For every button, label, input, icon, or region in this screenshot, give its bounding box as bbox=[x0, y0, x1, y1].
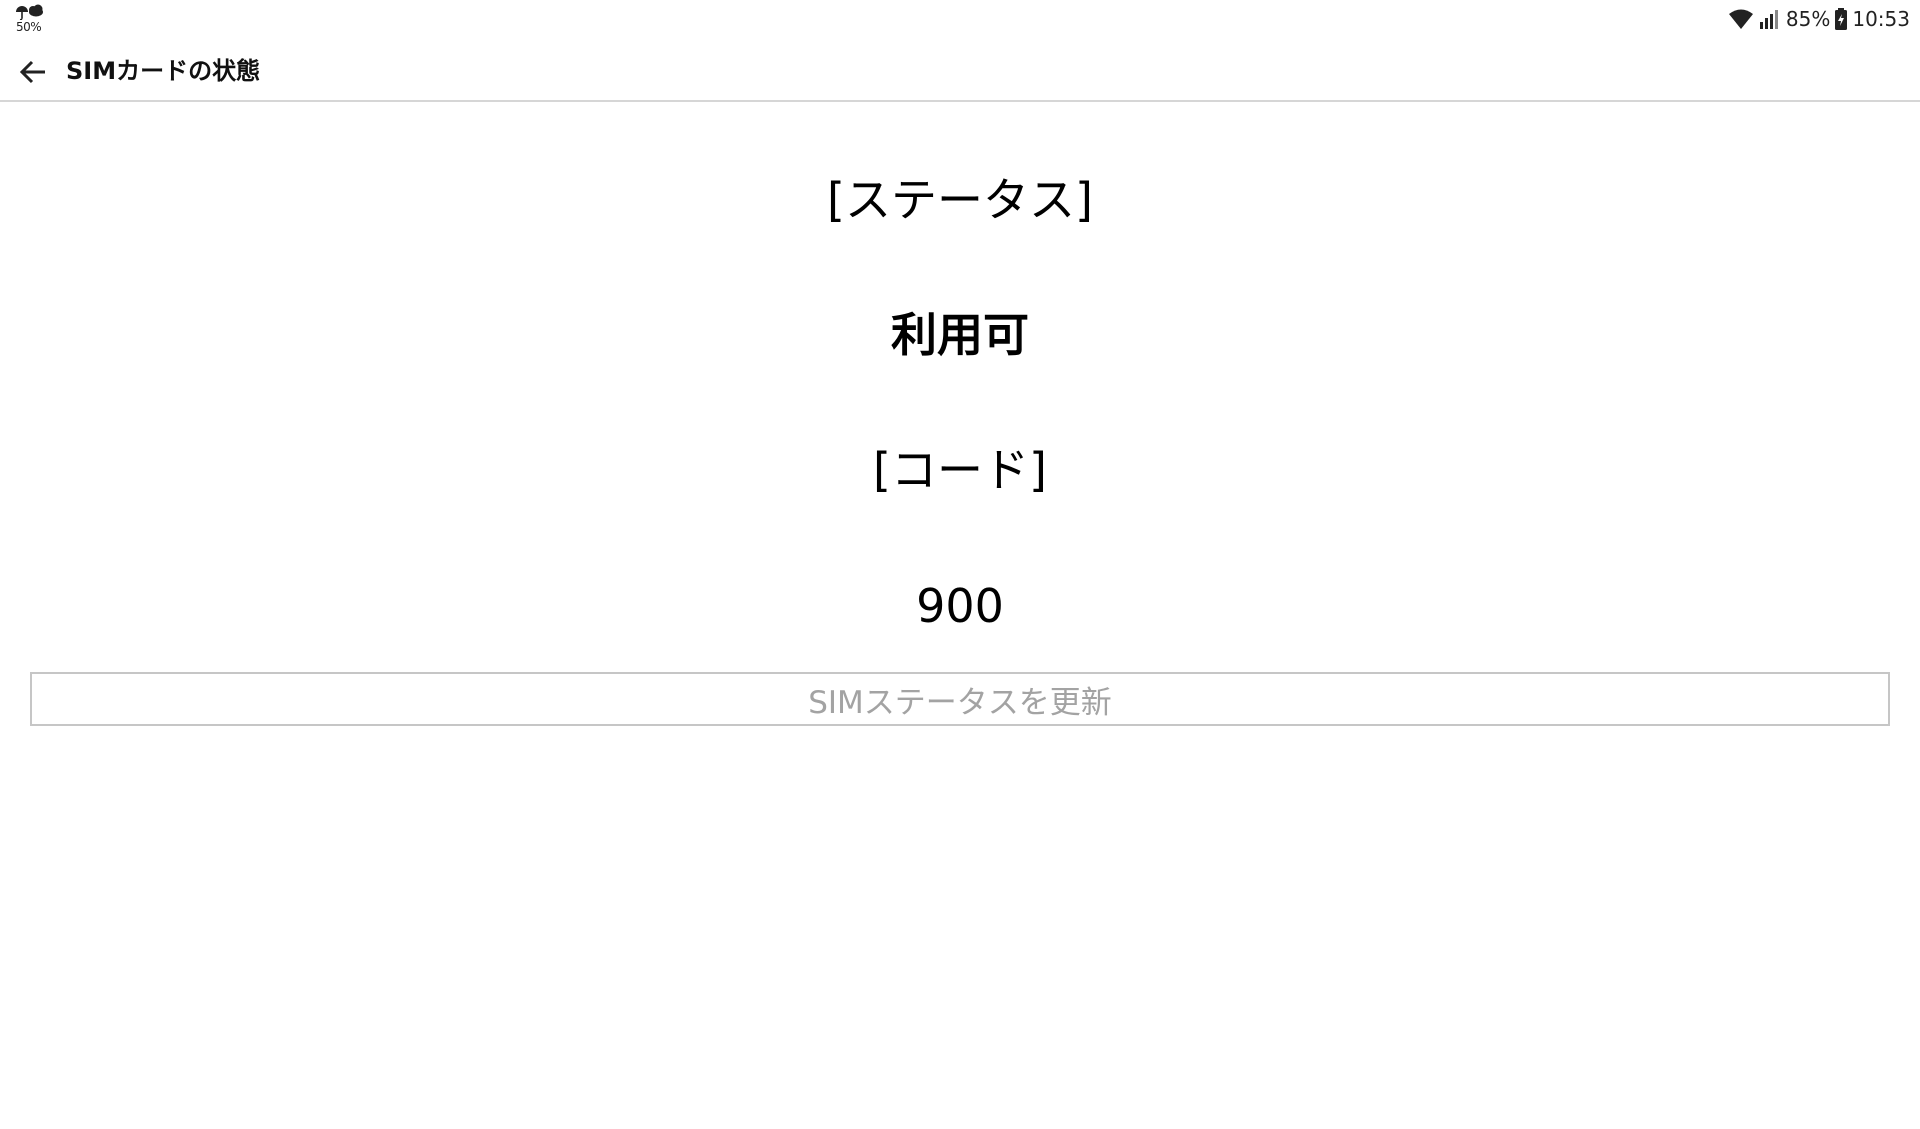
code-value: 900 bbox=[916, 579, 1004, 633]
battery-percent: 85% bbox=[1785, 7, 1831, 31]
arrow-back-icon bbox=[19, 60, 45, 84]
refresh-sim-status-button[interactable]: SIMステータスを更新 bbox=[30, 672, 1890, 726]
refresh-sim-status-label: SIMステータスを更新 bbox=[808, 684, 1112, 721]
status-value: 利用可 bbox=[891, 308, 1029, 362]
page-title: SIMカードの状態 bbox=[66, 57, 261, 85]
code-heading: [コード] bbox=[873, 443, 1047, 497]
umbrella-cloud-icon bbox=[16, 4, 43, 20]
cell-signal-icon bbox=[1759, 10, 1778, 29]
weather-widget: 50% bbox=[14, 4, 46, 36]
status-heading: [ステータス] bbox=[827, 173, 1093, 227]
clock: 10:53 bbox=[1852, 7, 1910, 31]
status-indicators: 85% 10:53 bbox=[1728, 6, 1910, 32]
wifi-icon bbox=[1728, 9, 1753, 29]
battery-charging-icon bbox=[1835, 8, 1848, 30]
back-button[interactable] bbox=[10, 49, 56, 95]
status-bar: 50% 85% 10:53 bbox=[0, 0, 1920, 40]
app-bar: SIMカードの状態 bbox=[0, 40, 1920, 102]
weather-text: 50% bbox=[16, 20, 42, 34]
